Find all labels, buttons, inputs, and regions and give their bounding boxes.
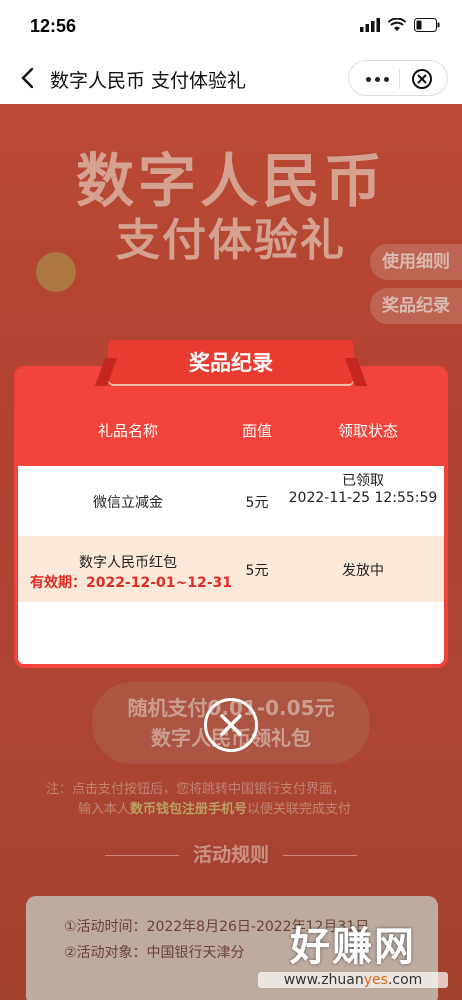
gift-value: 5元 [245, 563, 269, 579]
gift-status: 发放中 [342, 563, 384, 579]
gift-status-time: 2022-11-25 12:55:59 [288, 490, 438, 506]
back-arrow-icon[interactable] [14, 62, 42, 94]
watermark-url-part: www.zhuan [283, 972, 364, 988]
table-row: 数字人民币红包 有效期：2022-12-01~12-31 5元 发放中 [18, 536, 444, 602]
signal-icon [360, 18, 380, 32]
status-bar: 12:56 [0, 0, 462, 52]
mini-program-capsule [348, 60, 448, 96]
watermark: 好赚网 www.zhuanyes.com [258, 914, 448, 988]
table-header: 礼品名称 面值 领取状态 [18, 398, 444, 466]
modal-title-tab: 奖品纪录 [108, 340, 354, 386]
watermark-logo-text: 好赚网 [290, 924, 416, 970]
column-header-name: 礼品名称 [97, 422, 158, 440]
validity-period: 有效期：2022-12-01~12-31 [29, 575, 233, 591]
gift-name: 微信立减金 [93, 495, 163, 511]
gift-status: 已领取 [342, 473, 384, 489]
gift-name: 数字人民币红包 [79, 555, 177, 571]
capsule-divider [399, 69, 400, 89]
gift-value: 5元 [245, 495, 269, 511]
close-icon [220, 714, 242, 736]
nav-bar: 数字人民币 支付体验礼 [0, 52, 462, 104]
column-header-value: 面值 [241, 422, 272, 440]
page-title: 数字人民币 支付体验礼 [50, 70, 247, 92]
status-icons [360, 18, 440, 32]
watermark-url-highlight: yes [363, 972, 388, 988]
modal-close-button[interactable] [204, 698, 258, 752]
battery-icon [414, 18, 440, 32]
prize-record-modal: 礼品名称 面值 领取状态 微信立减金 5元 已领取 2022-11-25 12:… [14, 366, 448, 668]
status-time: 12:56 [30, 16, 77, 36]
table-row: 微信立减金 5元 已领取 2022-11-25 12:55:59 [18, 466, 444, 536]
watermark-url-part: .com [387, 972, 423, 988]
more-icon[interactable] [357, 65, 397, 93]
close-circle-icon[interactable] [407, 65, 437, 93]
column-header-status: 领取状态 [337, 422, 398, 440]
wifi-icon [388, 18, 406, 31]
watermark-url: www.zhuanyes.com [258, 972, 448, 988]
